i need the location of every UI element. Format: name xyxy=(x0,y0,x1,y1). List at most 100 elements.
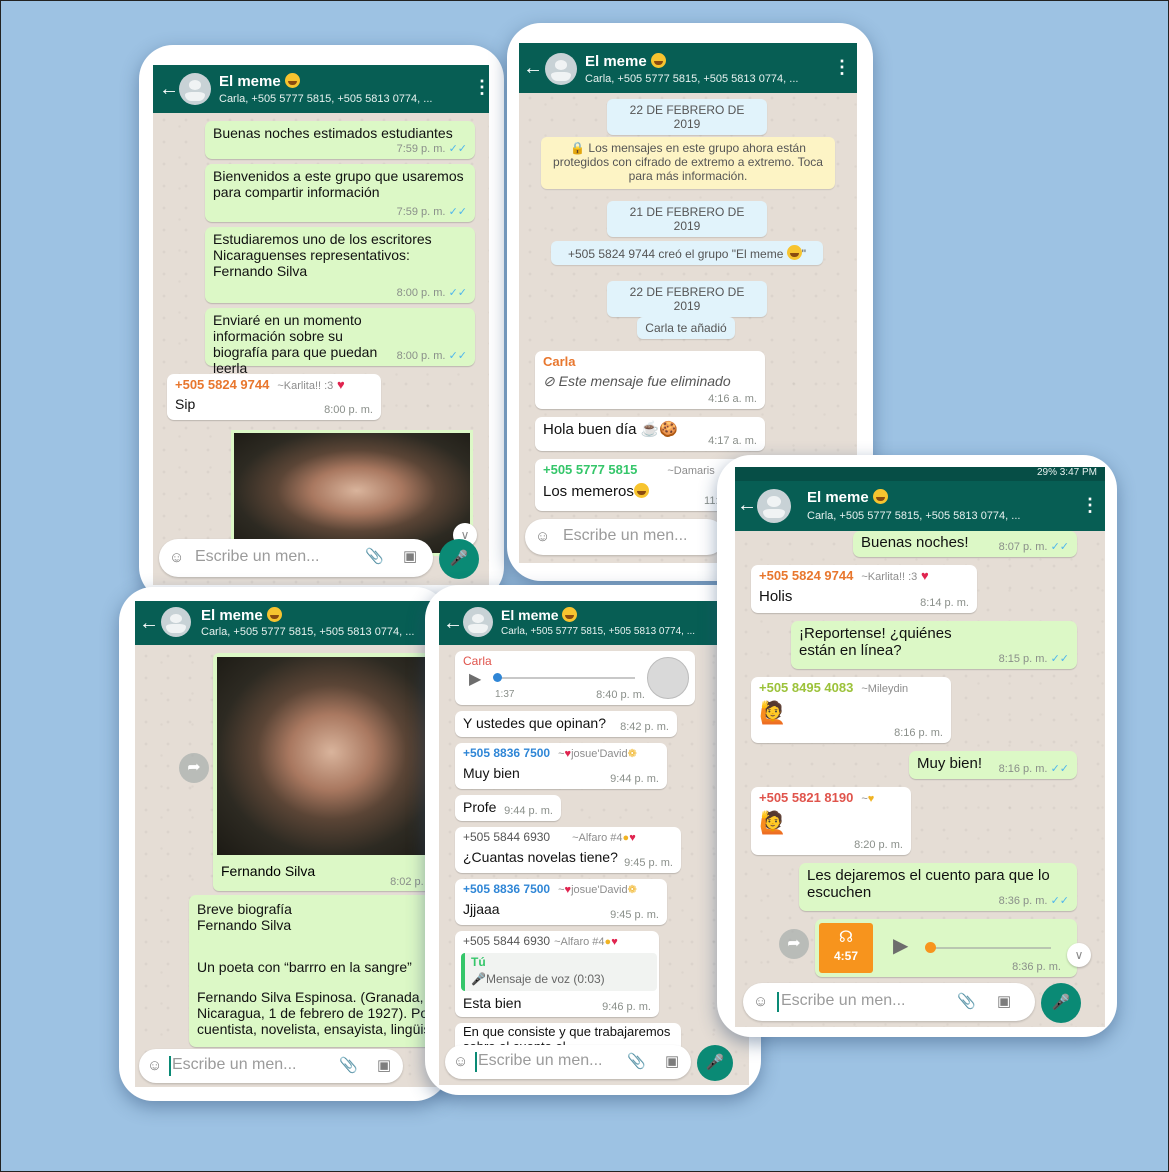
kebab-menu-icon[interactable]: ⋮ xyxy=(1081,495,1099,516)
bio-body: Fernando Silva Espinosa. (Granada, Nicar… xyxy=(197,989,441,1038)
back-arrow-icon[interactable]: ← xyxy=(443,613,463,633)
play-icon[interactable]: ▶ xyxy=(469,671,481,689)
camera-icon[interactable]: ▣ xyxy=(403,549,417,564)
message-time: 8:20 p. m. xyxy=(854,839,903,852)
message-text: Profe xyxy=(463,799,497,815)
smiley-icon[interactable]: ☺ xyxy=(453,1054,468,1069)
group-avatar[interactable] xyxy=(463,607,493,637)
message-text: Estudiaremos uno de los escritores Nicar… xyxy=(213,231,432,280)
chevron-down-icon[interactable]: ∨ xyxy=(1067,943,1091,967)
paperclip-icon[interactable]: 📎 xyxy=(627,1054,646,1069)
group-name[interactable]: El meme xyxy=(807,489,888,506)
back-arrow-icon[interactable]: ← xyxy=(159,79,179,99)
microphone-icon[interactable]: 🎤 xyxy=(439,539,479,579)
message-bubble: Enviaré en un momento información sobre … xyxy=(205,308,475,376)
message-bubble: +505 5777 5815~Damaris Los memeros 11:38… xyxy=(535,459,745,511)
double-check-icon: ✓✓ xyxy=(1050,763,1069,776)
fernando-silva-photo[interactable] xyxy=(217,657,437,855)
message-input-placeholder: Escribe un men... xyxy=(563,527,688,544)
message-input-placeholder: Escribe un men... xyxy=(478,1052,603,1069)
sender-phone[interactable]: +505 5821 8190 xyxy=(759,790,853,805)
text-cursor xyxy=(475,1052,477,1072)
smiley-icon[interactable]: ☺ xyxy=(169,550,184,565)
sender-phone[interactable]: +505 8836 7500 xyxy=(463,746,550,760)
message-bubble: Profe 9:44 p. m. xyxy=(455,795,561,821)
forward-icon[interactable]: ➦ xyxy=(179,753,209,783)
double-check-icon: ✓✓ xyxy=(448,287,467,300)
double-check-icon: ✓✓ xyxy=(1050,895,1069,908)
message-time: 8:14 p. m. xyxy=(920,597,969,610)
group-name[interactable]: El meme xyxy=(585,53,666,70)
laughing-emoji-icon xyxy=(266,607,282,622)
sender-phone[interactable]: +505 5844 6930 xyxy=(463,934,550,948)
audio-progress-track[interactable] xyxy=(927,947,1051,949)
double-check-icon: ✓✓ xyxy=(448,143,467,156)
group-members: Carla, +505 5777 5815, +505 5813 0774, .… xyxy=(807,510,1021,522)
message-input-bar[interactable]: ☺ Escribe un men... 📎 ▣ xyxy=(159,539,433,577)
sender-phone[interactable]: +505 5777 5815 xyxy=(543,462,637,477)
message-bubble: Carla ⊘ Este mensaje fue eliminado 4:16 … xyxy=(535,351,765,409)
smiley-icon[interactable]: ☺ xyxy=(753,994,768,1009)
sender-phone[interactable]: +505 8495 4083 xyxy=(759,680,853,695)
audio-message: ☊ 4:57 ▶ 8:36 p. m. xyxy=(815,919,1077,977)
group-avatar[interactable] xyxy=(179,73,211,105)
camera-icon[interactable]: ▣ xyxy=(665,1054,679,1069)
sender-phone[interactable]: +505 8836 7500 xyxy=(463,882,550,896)
message-input-bar[interactable]: ☺ Escribe un men... 📎 ▣ xyxy=(445,1045,691,1079)
message-time: 8:00 p. m. xyxy=(396,350,446,363)
smiley-icon[interactable]: ☺ xyxy=(147,1058,162,1073)
group-avatar[interactable] xyxy=(757,489,791,523)
message-bubble: +505 5824 9744 ~Karlita!! :3 ♥ Holis 8:14… xyxy=(751,565,977,613)
paperclip-icon[interactable]: 📎 xyxy=(365,549,384,564)
group-name[interactable]: El meme xyxy=(201,607,282,624)
sender-name[interactable]: Carla xyxy=(543,354,757,370)
group-name[interactable]: El meme xyxy=(501,607,578,623)
sender-alias: ~♥josue'David❁ xyxy=(558,884,637,896)
back-arrow-icon[interactable]: ← xyxy=(737,495,757,515)
chat-header: ← El meme Carla, +505 5777 5815, +505 58… xyxy=(153,65,489,113)
smiley-icon[interactable]: ☺ xyxy=(535,529,550,544)
back-arrow-icon[interactable]: ← xyxy=(523,58,543,78)
message-bubble: Bienvenidos a este grupo que usaremos pa… xyxy=(205,164,475,222)
group-avatar[interactable] xyxy=(545,53,577,85)
sender-phone[interactable]: +505 5824 9744 xyxy=(175,377,269,392)
message-input-bar[interactable]: ☺ Escribe un men... 📎 ▣ xyxy=(743,983,1035,1021)
back-arrow-icon[interactable]: ← xyxy=(139,613,159,633)
chat-header: ← El meme Carla, +505 5777 5815, +505 58… xyxy=(735,481,1105,531)
group-avatar[interactable] xyxy=(161,607,191,637)
camera-icon[interactable]: ▣ xyxy=(377,1058,391,1073)
paperclip-icon[interactable]: 📎 xyxy=(339,1058,358,1073)
bio-headline: Un poeta con “barrro en la sangre” xyxy=(197,959,412,976)
quoted-message[interactable]: Tú 🎤Mensaje de voz (0:03) xyxy=(461,953,657,991)
fernando-silva-photo[interactable] xyxy=(231,430,473,556)
message-input-bar[interactable]: ☺ Escribe un men... 📎 ▣ xyxy=(139,1049,403,1083)
heart-icon: ♥ xyxy=(920,568,929,583)
forward-icon[interactable]: ➦ xyxy=(779,929,809,959)
laughing-emoji-icon xyxy=(562,607,578,622)
audio-progress-thumb[interactable] xyxy=(493,673,502,682)
sender-phone[interactable]: +505 5824 9744 xyxy=(759,568,853,583)
encryption-notice[interactable]: 🔒 Los mensajes en este grupo ahora están… xyxy=(541,137,835,189)
audio-progress-track[interactable] xyxy=(495,677,635,679)
microphone-icon[interactable]: 🎤 xyxy=(697,1045,733,1081)
audio-file-thumbnail[interactable]: ☊ 4:57 xyxy=(819,923,873,973)
bio-title: Breve biografía Fernando Silva xyxy=(197,901,292,934)
message-time: 8:40 p. m. xyxy=(596,689,645,702)
message-time: 7:59 p. m. xyxy=(396,206,446,219)
sender-phone[interactable]: +505 5844 6930 xyxy=(463,830,550,844)
message-bubble: +505 5824 9744 ~Karlita!! :3 ♥ Sip 8:00 p… xyxy=(167,374,381,420)
kebab-menu-icon[interactable]: ⋮ xyxy=(833,57,851,78)
camera-icon[interactable]: ▣ xyxy=(997,994,1011,1009)
coffee-cookie-emoji-icon: ☕🍪 xyxy=(640,421,678,438)
audio-progress-thumb[interactable] xyxy=(925,942,936,953)
message-time: 8:36 p. m. xyxy=(1012,961,1061,974)
microphone-icon[interactable]: 🎤 xyxy=(1041,983,1081,1023)
message-input-bar[interactable]: ☺ Escribe un men... xyxy=(525,519,725,555)
play-icon[interactable]: ▶ xyxy=(893,935,908,958)
kebab-menu-icon[interactable]: ⋮ xyxy=(473,77,489,98)
paperclip-icon[interactable]: 📎 xyxy=(957,994,976,1009)
message-input-placeholder: Escribe un men... xyxy=(195,548,320,565)
voice-message: Carla ▶ 1:37 8:40 p. m. xyxy=(455,651,695,705)
group-name[interactable]: El meme xyxy=(219,73,300,90)
deleted-message-text: Este mensaje fue eliminado xyxy=(558,372,731,389)
